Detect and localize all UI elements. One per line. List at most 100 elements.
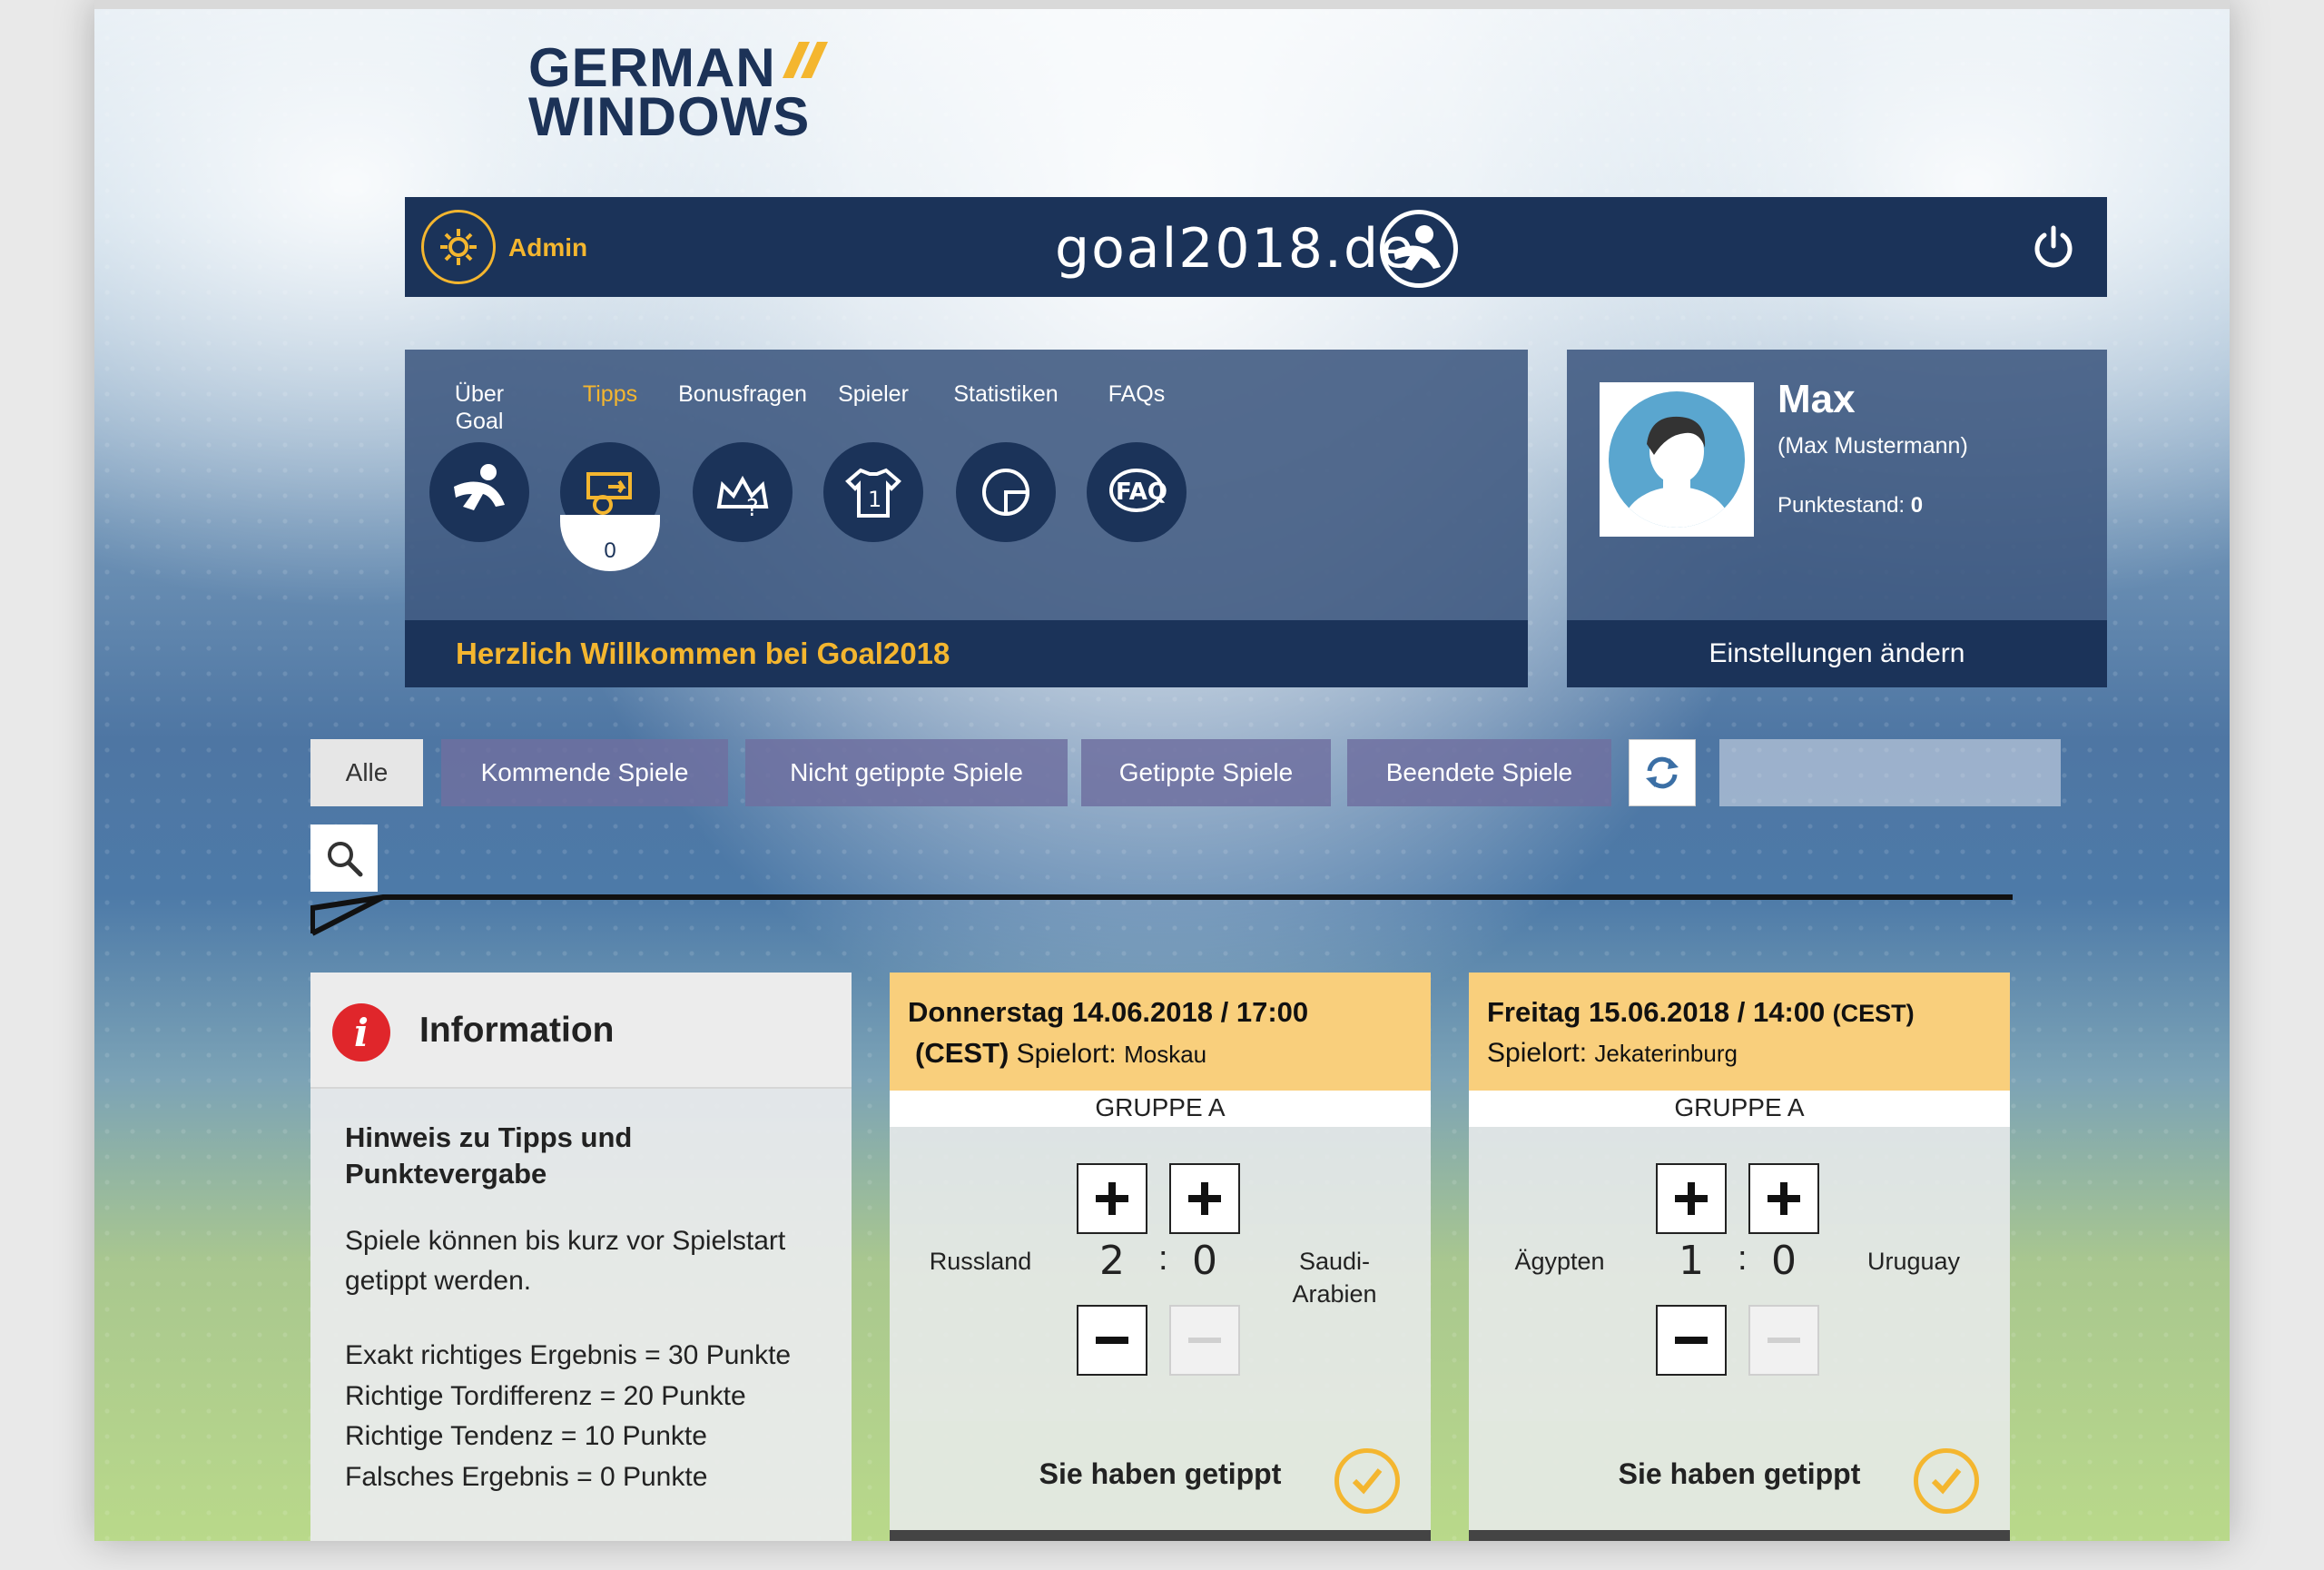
svg-text:FAQ: FAQ xyxy=(1116,479,1167,506)
away-decrement-button[interactable] xyxy=(1748,1305,1819,1376)
plus-icon xyxy=(1675,1182,1708,1215)
nav-item-bonusfragen[interactable]: Bonusfragen ? xyxy=(678,380,807,542)
away-score[interactable]: 0 xyxy=(1169,1238,1240,1284)
score-separator: : xyxy=(1738,1239,1748,1278)
nav-label: Tipps xyxy=(582,381,638,407)
app-window: GERMAN WINDOWS Admin goal2018.de Über Go… xyxy=(94,0,2230,1541)
nav-item-spieler[interactable]: Spieler 1 xyxy=(810,380,937,542)
match-header: Freitag 15.06.2018 / 14:00 (CEST) Spielo… xyxy=(1469,973,2010,1091)
avatar[interactable] xyxy=(1600,382,1754,537)
refresh-icon xyxy=(1646,756,1679,789)
match-venue: Jekaterinburg xyxy=(1594,1040,1738,1067)
rule-item: Falsches Ergebnis = 0 Punkte xyxy=(345,1461,708,1492)
information-subtitle: Hinweis zu Tipps und Punktevergabe xyxy=(345,1121,633,1190)
faq-icon: FAQ xyxy=(1087,442,1187,542)
score-separator: : xyxy=(1158,1239,1168,1278)
home-decrement-button[interactable] xyxy=(1077,1305,1147,1376)
information-card: i Information Hinweis zu Tipps und Punkt… xyxy=(310,973,852,1541)
checkmark-icon xyxy=(1914,1448,1979,1514)
away-decrement-button[interactable] xyxy=(1169,1305,1240,1376)
points-rules: Exakt richtiges Ergebnis = 30 Punkte Ric… xyxy=(345,1336,817,1497)
admin-gear-icon xyxy=(440,229,477,265)
match-header: Donnerstag 14.06.2018 / 17:00 (CEST) Spi… xyxy=(890,973,1431,1091)
german-windows-logo[interactable]: GERMAN WINDOWS xyxy=(528,37,828,147)
home-score[interactable]: 2 xyxy=(1077,1238,1147,1284)
logo-slash-icon xyxy=(783,42,828,78)
nav-label: Bonusfragen xyxy=(678,381,807,407)
nav-item-statistiken[interactable]: Statistiken xyxy=(942,380,1069,542)
match-group: GRUPPE A xyxy=(890,1091,1431,1127)
filter-tipped-button[interactable]: Getippte Spiele xyxy=(1081,739,1331,806)
search-icon xyxy=(328,842,363,877)
filter-not-tipped-button[interactable]: Nicht getippte Spiele xyxy=(745,739,1068,806)
player-kick-icon xyxy=(429,442,529,542)
information-text: Spiele können bis kurz vor Spielstart ge… xyxy=(345,1226,786,1296)
home-increment-button[interactable] xyxy=(1077,1163,1147,1234)
nav-label: Spieler xyxy=(838,381,909,407)
minus-icon xyxy=(1096,1337,1128,1344)
away-increment-button[interactable] xyxy=(1748,1163,1819,1234)
home-score[interactable]: 1 xyxy=(1656,1238,1727,1284)
admin-label[interactable]: Admin xyxy=(508,233,587,262)
card-bottom-border xyxy=(1469,1530,2010,1541)
information-body: Hinweis zu Tipps und Punktevergabe Spiel… xyxy=(310,1089,852,1497)
logo-line-2: WINDOWS xyxy=(528,86,811,147)
match-timezone: (CEST) xyxy=(915,1037,1009,1069)
plus-icon xyxy=(1096,1182,1128,1215)
svg-text:?: ? xyxy=(746,495,759,522)
match-timezone: (CEST) xyxy=(1832,1000,1915,1027)
nav-label: Über Goal xyxy=(454,381,505,434)
welcome-bar: Herzlich Willkommen bei Goal2018 xyxy=(405,620,1528,687)
search-button[interactable] xyxy=(310,824,378,892)
match-card: Freitag 15.06.2018 / 14:00 (CEST) Spielo… xyxy=(1469,973,2010,1541)
score-value: 0 xyxy=(1910,493,1924,518)
rule-item: Exakt richtiges Ergebnis = 30 Punkte xyxy=(345,1340,792,1370)
home-decrement-button[interactable] xyxy=(1656,1305,1727,1376)
plus-icon xyxy=(1188,1182,1221,1215)
profile-panel: Max (Max Mustermann) Punktestand: 0 Eins… xyxy=(1567,350,2107,687)
refresh-button[interactable] xyxy=(1629,739,1696,806)
venue-label: Spielort: xyxy=(1016,1039,1117,1069)
minus-icon xyxy=(1675,1337,1708,1344)
minus-icon xyxy=(1768,1338,1800,1343)
profile-full-name: (Max Mustermann) xyxy=(1777,433,1968,459)
nav-item-ueber-goal[interactable]: Über Goal xyxy=(416,380,543,542)
jersey-icon: 1 xyxy=(823,442,923,542)
tipped-status: Sie haben getippt xyxy=(890,1421,1431,1530)
nav-item-tipps[interactable]: Tipps 0 xyxy=(547,380,674,571)
filter-finished-button[interactable]: Beendete Spiele xyxy=(1347,739,1611,806)
profile-name: Max xyxy=(1777,377,1856,421)
away-team: Saudi-Arabien xyxy=(1292,1248,1377,1308)
away-increment-button[interactable] xyxy=(1169,1163,1240,1234)
checkmark-icon xyxy=(1334,1448,1400,1514)
pie-chart-icon xyxy=(956,442,1056,542)
tipped-status: Sie haben getippt xyxy=(1469,1421,2010,1530)
plus-icon xyxy=(1768,1182,1800,1215)
rule-item: Richtige Tendenz = 10 Punkte xyxy=(345,1421,707,1451)
away-score[interactable]: 0 xyxy=(1748,1238,1819,1284)
site-title: goal2018.de xyxy=(1055,217,1415,281)
card-bottom-border xyxy=(890,1530,1431,1541)
nav-label: Statistiken xyxy=(953,381,1059,407)
admin-button[interactable] xyxy=(421,210,496,284)
home-increment-button[interactable] xyxy=(1656,1163,1727,1234)
home-team: Russland xyxy=(929,1248,1032,1275)
filter-all-button[interactable]: Alle xyxy=(310,739,423,806)
nav-item-faqs[interactable]: FAQs FAQ xyxy=(1073,380,1200,542)
search-divider xyxy=(310,894,2013,936)
power-icon[interactable] xyxy=(2030,224,2077,272)
match-venue: Moskau xyxy=(1124,1041,1207,1068)
rule-item: Richtige Tordifferenz = 20 Punkte xyxy=(345,1380,746,1411)
info-icon: i xyxy=(332,1003,390,1061)
logo-line-1: GERMAN xyxy=(528,37,776,98)
match-group: GRUPPE A xyxy=(1469,1091,2010,1127)
information-title: Information xyxy=(419,1011,615,1050)
minus-icon xyxy=(1188,1338,1221,1343)
match-card: Donnerstag 14.06.2018 / 17:00 (CEST) Spi… xyxy=(890,973,1431,1541)
profile-score: Punktestand: 0 xyxy=(1777,493,1923,518)
svg-text:1: 1 xyxy=(868,487,881,512)
filter-upcoming-button[interactable]: Kommende Spiele xyxy=(441,739,728,806)
settings-button[interactable]: Einstellungen ändern xyxy=(1567,620,2107,687)
venue-label: Spielort: xyxy=(1487,1038,1588,1068)
navigation-panel: Über Goal Tipps 0 Bonusfragen ? Spieler … xyxy=(405,350,1528,687)
